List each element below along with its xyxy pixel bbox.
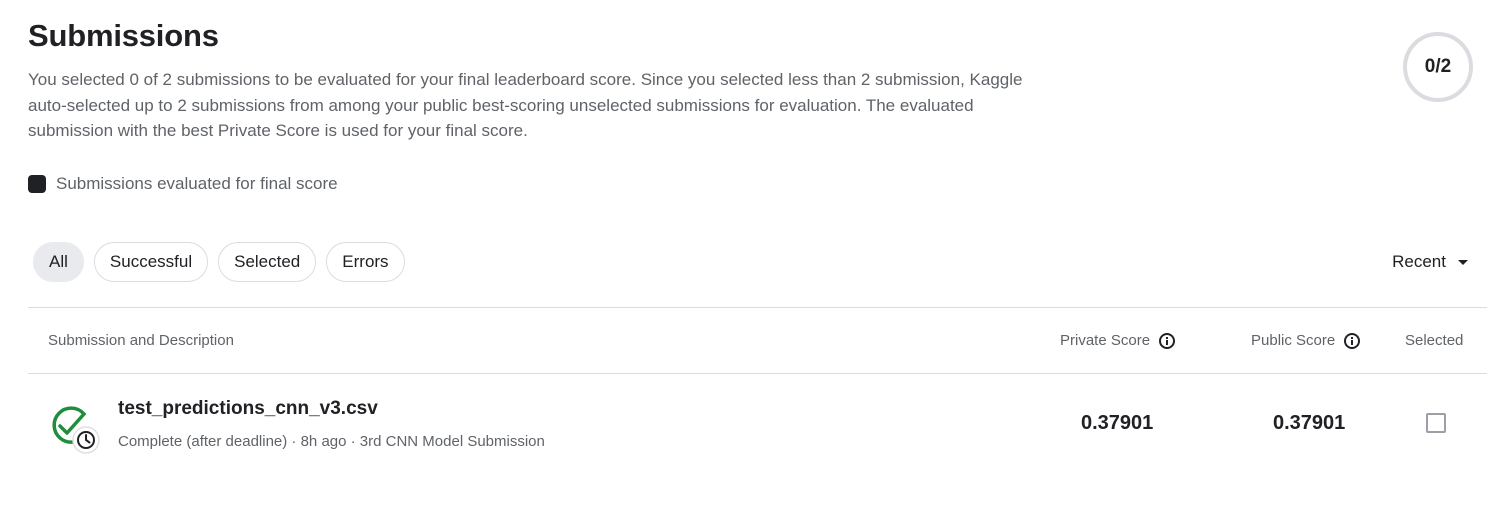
submission-meta: Complete (after deadline) · 8h ago · 3rd… xyxy=(118,433,545,450)
submissions-description: You selected 0 of 2 submissions to be ev… xyxy=(28,70,1023,140)
private-score-value: 0.37901 xyxy=(1081,412,1154,434)
page-title: Submissions xyxy=(28,18,219,53)
select-submission-checkbox[interactable] xyxy=(1426,413,1446,433)
legend-label: Submissions evaluated for final score xyxy=(56,174,338,193)
legend: Submissions evaluated for final score xyxy=(28,174,338,194)
caret-down-icon xyxy=(1458,259,1468,265)
table-header: Submission and Description Private Score… xyxy=(0,308,1502,373)
sort-label: Recent xyxy=(1392,252,1446,271)
column-header-submission-label: Submission and Description xyxy=(48,332,234,349)
filter-chip-successful[interactable]: Successful xyxy=(93,242,209,282)
legend-swatch xyxy=(28,175,46,193)
column-header-public-score: Public Score xyxy=(1251,308,1361,373)
column-header-public-score-label: Public Score xyxy=(1251,332,1336,349)
column-header-private-score-label: Private Score xyxy=(1060,332,1151,349)
column-header-selected-label: Selected xyxy=(1405,332,1464,349)
private-score-info-icon[interactable] xyxy=(1159,332,1176,349)
filter-chip-selected[interactable]: Selected xyxy=(218,242,317,282)
filter-chips: All Successful Selected Errors xyxy=(33,242,405,282)
sort-dropdown[interactable]: Recent xyxy=(1392,242,1468,282)
check-circle-clock-icon xyxy=(52,406,100,454)
table-row: test_predictions_cnn_v3.csv Complete (af… xyxy=(0,374,1502,474)
filter-chip-errors[interactable]: Errors xyxy=(326,242,405,282)
column-header-private-score: Private Score xyxy=(1060,308,1176,373)
submission-file-name[interactable]: test_predictions_cnn_v3.csv xyxy=(118,398,378,420)
selection-counter: 0/2 xyxy=(1403,32,1473,102)
public-score-info-icon[interactable] xyxy=(1344,332,1361,349)
filter-chip-all[interactable]: All xyxy=(33,242,84,282)
column-header-submission: Submission and Description xyxy=(48,308,234,373)
public-score-value: 0.37901 xyxy=(1273,412,1346,434)
column-header-selected: Selected xyxy=(1405,308,1463,373)
